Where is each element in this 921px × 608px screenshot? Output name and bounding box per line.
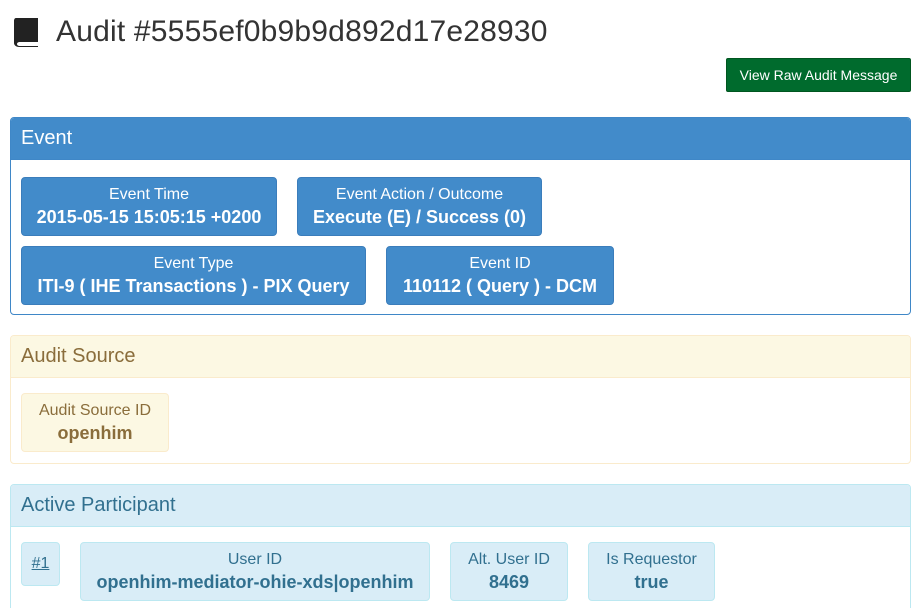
event-type-tile: Event Type ITI-9 ( IHE Transactions ) - … xyxy=(21,246,366,305)
participant-index-link[interactable]: #1 xyxy=(32,555,50,573)
audit-source-panel-heading: Audit Source xyxy=(11,336,910,378)
view-raw-audit-message-button[interactable]: View Raw Audit Message xyxy=(726,58,911,92)
user-id-label: User ID xyxy=(227,550,283,568)
alt-user-id-label: Alt. User ID xyxy=(468,550,550,568)
event-action-outcome-label: Event Action / Outcome xyxy=(335,185,504,203)
event-time-label: Event Time xyxy=(108,185,190,203)
is-requestor-tile: Is Requestor true xyxy=(588,542,715,601)
event-action-outcome-value: Execute (E) / Success (0) xyxy=(312,206,527,227)
is-requestor-value: true xyxy=(634,571,669,592)
event-panel-heading: Event xyxy=(11,118,910,160)
event-action-outcome-tile: Event Action / Outcome Execute (E) / Suc… xyxy=(297,177,542,236)
event-time-value: 2015-05-15 15:05:15 +0200 xyxy=(36,206,262,227)
audit-source-panel: Audit Source Audit Source ID openhim xyxy=(10,335,911,464)
page-header: Audit #5555ef0b9b9d892d17e28930 xyxy=(12,12,548,52)
event-type-value: ITI-9 ( IHE Transactions ) - PIX Query xyxy=(37,275,350,296)
user-id-value: openhim-mediator-ohie-xds|openhim xyxy=(96,571,414,592)
audit-source-id-tile: Audit Source ID openhim xyxy=(21,393,169,452)
page-title: Audit #5555ef0b9b9d892d17e28930 xyxy=(56,15,548,48)
event-id-label: Event ID xyxy=(469,254,531,272)
active-participant-panel: Active Participant #1 User ID openhim-me… xyxy=(10,484,911,608)
is-requestor-label: Is Requestor xyxy=(606,550,697,568)
active-participant-panel-heading: Active Participant xyxy=(11,485,910,527)
event-id-value: 110112 ( Query ) - DCM xyxy=(402,275,598,296)
alt-user-id-value: 8469 xyxy=(488,571,530,592)
user-id-tile: User ID openhim-mediator-ohie-xds|openhi… xyxy=(80,542,430,601)
event-type-label: Event Type xyxy=(153,254,234,272)
event-panel: Event Event Time 2015-05-15 15:05:15 +02… xyxy=(10,117,911,315)
event-id-tile: Event ID 110112 ( Query ) - DCM xyxy=(386,246,614,305)
event-time-tile: Event Time 2015-05-15 15:05:15 +0200 xyxy=(21,177,277,236)
alt-user-id-tile: Alt. User ID 8469 xyxy=(450,542,568,601)
book-icon xyxy=(12,17,40,47)
participant-index-tile: #1 xyxy=(21,542,60,586)
audit-source-id-label: Audit Source ID xyxy=(38,401,152,419)
audit-source-id-value: openhim xyxy=(57,422,133,443)
